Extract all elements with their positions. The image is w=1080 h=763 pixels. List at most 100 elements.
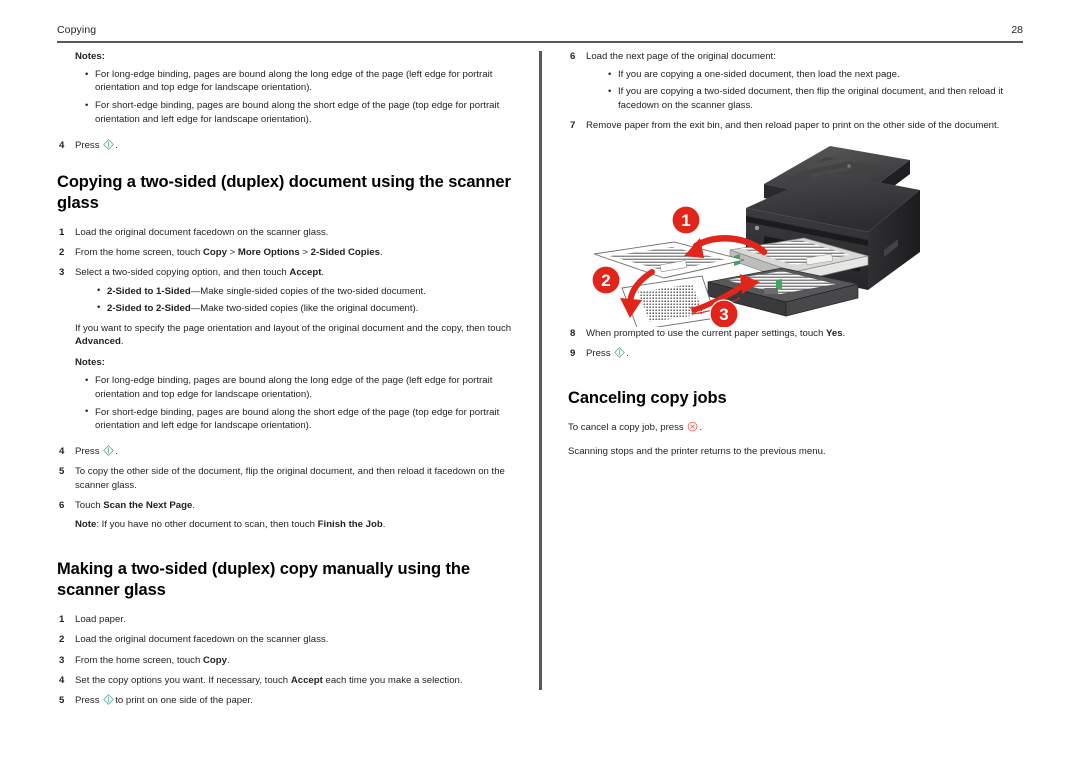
step-text-tail: . [115,446,118,458]
step3-options-list: 2-Sided to 1-Sided—Make single-sided cop… [75,284,512,315]
steps-section1-continued: 4 Press . 5 To copy the other side of the … [57,445,512,531]
cancel-button-icon [687,421,698,432]
cancel-text-after: . [699,422,703,434]
list-item: 6 Load the next page of the original docu… [568,50,1023,112]
cancel-instruction: To cancel a copy job, press . [568,421,1023,434]
step-number: 4 [59,139,65,151]
list-item: 5 Press to print on one side of the paper… [57,694,512,707]
step-text: When prompted to use the current paper s… [586,328,846,340]
header-rule [57,41,1023,43]
callout-3: 3 [709,299,739,328]
step-text: To copy the other side of the document, … [75,466,505,491]
cancel-text-before: To cancel a copy job, press [568,422,684,434]
list-item: 3 Select a two-sided copying option, and … [57,266,512,348]
step6-bullets: If you are copying a one-sided document,… [586,68,1023,112]
notes-label-top: Notes: [75,51,105,62]
list-item: 8 When prompted to use the current paper … [568,327,1023,340]
step-text: Load the original document facedown on t… [75,634,329,646]
start-button-icon [103,445,115,457]
step-text-tail: . [626,348,629,360]
step-number: 2 [59,247,65,259]
list-item: 6 Touch Scan the Next Page. Note: If you … [57,499,512,531]
step-number: 3 [59,654,65,666]
step3-advanced-note: If you want to specify the page orientat… [75,323,512,348]
step-text: Press [586,348,611,360]
list-item: 9 Press . [568,347,1023,360]
step-number: 8 [570,328,576,340]
list-item: 1 Load the original document facedown on … [57,226,512,239]
printer-illustration-svg: 1 2 3 [591,146,920,328]
step-number: 2 [59,634,65,646]
step-number: 4 [59,446,65,458]
step6-note: Note: If you have no other document to s… [75,519,386,531]
notes-label-section1: Notes: [75,357,105,369]
step-text: Press [75,695,100,707]
start-button-icon [614,347,626,359]
step-text: Load the next page of the original docum… [586,51,776,62]
list-item: 5 To copy the other side of the document,… [57,465,512,491]
list-item: For short-edge binding, pages are bound … [57,99,512,125]
cancel-result-text: Scanning stops and the printer returns t… [568,445,826,457]
list-item: 1 Load paper. [57,613,512,626]
step-text: Load the original document facedown on t… [75,227,329,239]
list-item: 2 Load the original document facedown on … [57,633,512,646]
step-number: 7 [570,119,576,131]
list-item: If you are copying a one-sided document,… [586,68,1023,81]
notes-list-top: For long-edge binding, pages are bound a… [57,67,512,126]
callout-1: 1 [671,205,701,235]
step-number: 4 [59,674,65,686]
step-text: Load paper. [75,614,126,626]
step-text: From the home screen, touch Copy > More … [75,247,383,259]
section-heading-copying-two-sided: Copying a two-sided (duplex) document us… [57,173,511,213]
list-item: For long-edge binding, pages are bound a… [57,67,512,94]
step-text-tail: to print on one side of the paper. [115,695,253,707]
callout-2: 2 [591,265,621,295]
steps-right-top: 6 Load the next page of the original docu… [568,50,1023,132]
steps-top: 4 Press . [57,138,512,152]
steps-right-bottom: 8 When prompted to use the current paper … [568,327,1023,360]
notes-list-section1: For long-edge binding, pages are bound a… [57,374,512,432]
step-text: Select a two-sided copying option, and t… [75,267,325,279]
svg-text:3: 3 [719,305,728,324]
list-item: 2-Sided to 2-Sided—Make two-sided copies… [75,301,512,315]
step-number: 5 [59,466,65,478]
steps-section1: 1 Load the original document facedown on … [57,226,512,348]
list-item: 2 From the home screen, touch Copy > More… [57,246,512,259]
step-number: 1 [59,227,65,239]
list-item: 7 Remove paper from the exit bin, and the… [568,119,1023,132]
step-text: From the home screen, touch Copy. [75,654,230,666]
list-item: 2-Sided to 1-Sided—Make single-sided cop… [75,284,512,298]
list-item: 4 Set the copy options you want. If neces… [57,674,512,687]
section-heading-canceling-copy-jobs: Canceling copy jobs [568,389,727,408]
step-text: Set the copy options you want. If necess… [75,674,463,686]
step-number: 6 [59,499,65,511]
list-item: If you are copying a two-sided document,… [586,85,1023,111]
page-number: 28 [1011,24,1023,36]
printer-duplex-illustration: 1 2 3 [568,132,1023,328]
list-item: 4 Press . [57,138,512,152]
svg-text:2: 2 [601,271,610,290]
left-column: Notes: For long-edge binding, pages are … [57,50,512,707]
step-number: 6 [570,51,576,62]
steps-section2: 1 Load paper. 2 Load the original document… [57,613,512,707]
header-chapter-title: Copying [57,24,97,36]
step-text: Remove paper from the exit bin, and then… [586,119,1000,131]
step-text: Touch Scan the Next Page. [75,499,195,511]
list-item: For long-edge binding, pages are bound a… [57,374,512,400]
step-text-tail: . [115,139,118,151]
step-text: Press [75,139,100,151]
page-header: Copying 28 [57,24,1023,44]
right-column: 6 Load the next page of the original docu… [568,50,1023,468]
list-item: 4 Press . [57,445,512,458]
step-number: 3 [59,267,65,279]
document-page: Copying 28 Notes: For long-edge binding,… [0,0,1080,763]
column-divider [539,51,542,690]
step-number: 9 [570,348,576,360]
list-item: 3 From the home screen, touch Copy. [57,654,512,667]
step-text: Press [75,446,100,458]
section-heading-making-two-sided-copy: Making a two-sided (duplex) copy manuall… [57,560,470,600]
step-number: 5 [59,695,65,707]
svg-text:1: 1 [681,211,690,230]
step-number: 1 [59,614,65,626]
list-item: For short-edge binding, pages are bound … [57,405,512,432]
